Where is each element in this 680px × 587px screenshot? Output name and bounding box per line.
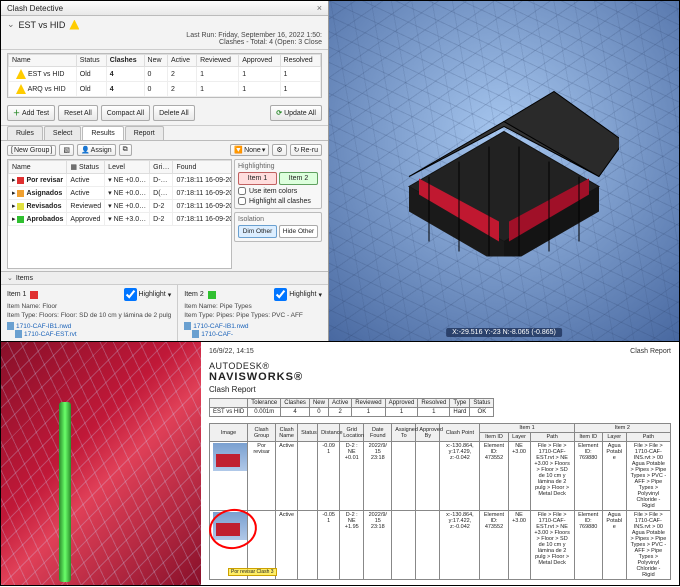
item2-highlight-checkbox[interactable] xyxy=(274,288,287,301)
tab-results[interactable]: Results xyxy=(82,126,123,140)
filter-button[interactable]: ⚙ xyxy=(272,144,286,156)
isolation-group: Isolation Dim Other Hide Other xyxy=(234,212,322,242)
chevron-down-icon[interactable]: ⌄ xyxy=(7,19,15,30)
table-row: Por revisar Clash 3 Active-0.051D-2 : NE… xyxy=(210,511,671,580)
document-icon xyxy=(184,322,191,330)
highlight-item2-toggle[interactable]: Item 2 xyxy=(279,172,318,185)
highlight-all-clashes-checkbox[interactable]: Highlight all clashes xyxy=(238,197,318,205)
3d-viewport[interactable]: X:-29.516 Y:-23 N:-8.065 (-0.865) xyxy=(329,1,679,341)
table-row[interactable]: ARQ vs HID Old 4 0 2 1 1 1 xyxy=(9,82,321,97)
flag-icon xyxy=(17,203,24,210)
table-row: EST vs HID0.001m402111HardOK xyxy=(210,408,494,417)
delete-all-button[interactable]: Delete All xyxy=(153,105,195,121)
coordinates-readout: X:-29.516 Y:-23 N:-8.065 (-0.865) xyxy=(446,328,562,337)
warning-icon xyxy=(69,20,79,30)
clashing-pipe xyxy=(59,402,71,582)
item1-highlight-checkbox[interactable] xyxy=(124,288,137,301)
table-row[interactable]: ▸ Por revisarActive▾ NE +0.0…D-…07:18:11… xyxy=(9,174,233,187)
refresh-icon: ⟳ xyxy=(276,109,282,117)
item1-panel: Item 1 Highlight ▾ Item Name: Floor Item… xyxy=(1,285,178,341)
clash-totals: Clashes - Total: 4 (Open: 3 Close xyxy=(7,39,322,46)
test-summary-header: ⌄ EST vs HID Last Run: Friday, September… xyxy=(1,16,328,50)
tab-select[interactable]: Select xyxy=(44,126,81,140)
flag-icon xyxy=(17,190,24,197)
document-icon xyxy=(192,330,199,338)
table-row[interactable]: ▸ AprobadosApproved▾ NE +3.0…D-207:18:11… xyxy=(9,213,233,226)
report-title-right: Clash Report xyxy=(630,348,671,355)
item1-color-icon xyxy=(30,291,38,299)
filter-none-button[interactable]: 🔽 None ▾ xyxy=(230,144,269,156)
highlight-item1-toggle[interactable]: Item 1 xyxy=(238,172,277,185)
dim-other-button[interactable]: Dim Other xyxy=(238,225,277,238)
table-row[interactable]: EST vs HID Old 4 0 2 1 1 1 xyxy=(9,67,321,82)
document-icon xyxy=(7,322,14,330)
summary-table: ToleranceClashesNewActiveReviewedApprove… xyxy=(209,398,494,417)
item2-panel: Item 2 Highlight ▾ Item Name: Pipe Types… xyxy=(178,285,328,341)
plus-icon: ＋ xyxy=(13,108,20,118)
table-row[interactable]: ▸ RevisadosReviewed▾ NE +0.0…D-207:18:11… xyxy=(9,200,233,213)
tab-report[interactable]: Report xyxy=(125,126,164,140)
tree-item[interactable]: 1710-CAF- xyxy=(184,330,322,338)
window-titlebar: Clash Detective × xyxy=(1,1,328,16)
highlighting-group: Highlighting Item 1 Item 2 Use item colo… xyxy=(234,159,322,209)
clash-report-document: 16/9/22, 14:15 Clash Report AUTODESK®NAV… xyxy=(201,342,679,585)
clash-detective-panel: Clash Detective × ⌄ EST vs HID Last Run:… xyxy=(1,1,329,341)
tree-item[interactable]: 1710-CAF-IB1.nwd xyxy=(7,322,171,330)
window-title: Clash Detective xyxy=(7,4,63,13)
item2-color-icon xyxy=(208,291,216,299)
warning-icon xyxy=(16,84,26,94)
document-icon xyxy=(15,330,22,338)
report-heading: Clash Report xyxy=(209,385,671,394)
tests-table: Name Status Clashes New Active Reviewed … xyxy=(7,53,322,98)
chevron-down-icon: ⌄ xyxy=(7,274,13,282)
table-row: Por revisarActive-0.091D-2 : NE +0.01202… xyxy=(210,442,671,511)
group-button[interactable]: ▧ xyxy=(59,144,74,156)
rerun-button[interactable]: ↻ Re-ru xyxy=(290,144,322,156)
close-icon[interactable]: × xyxy=(317,3,322,13)
split-button[interactable]: ⧉ xyxy=(119,144,132,156)
test-name: EST vs HID xyxy=(19,20,66,30)
wireframe-overlay xyxy=(1,342,201,585)
compact-all-button[interactable]: Compact All xyxy=(101,105,150,121)
use-item-colors-checkbox[interactable]: Use item colors xyxy=(238,187,318,195)
report-date: 16/9/22, 14:15 xyxy=(209,348,630,355)
hide-other-button[interactable]: Hide Other xyxy=(279,225,318,238)
assign-button[interactable]: 👤 Assign xyxy=(77,144,116,156)
update-all-button[interactable]: ⟳Update All xyxy=(270,105,322,121)
building-model xyxy=(389,67,619,257)
tab-rules[interactable]: Rules xyxy=(7,126,43,140)
results-table: Name ▦ Status Level Gri… Found Appr ▸ Po… xyxy=(7,159,232,269)
add-test-button[interactable]: ＋Add Test xyxy=(7,105,55,121)
new-group-button[interactable]: [ New Group ] xyxy=(7,145,56,156)
warning-icon xyxy=(16,69,26,79)
annotation-label: Por revisar Clash 3 xyxy=(228,568,277,576)
table-row[interactable]: ▸ AsignadosActive▾ NE +0.0…D(…07:18:11 1… xyxy=(9,187,233,200)
flag-icon xyxy=(17,177,24,184)
flag-icon xyxy=(17,216,24,223)
clash-closeup-view[interactable] xyxy=(1,342,201,585)
tree-item[interactable]: 1710-CAF-EST.rvt xyxy=(7,330,171,338)
clash-thumbnail-annotated xyxy=(213,512,247,540)
results-tabs: Rules Select Results Report xyxy=(1,126,328,141)
clash-thumbnail xyxy=(213,443,247,471)
detail-table: ImageClash GroupClash NameStatusDistance… xyxy=(209,423,671,580)
items-section-header[interactable]: ⌄ Items xyxy=(1,271,328,284)
tree-item[interactable]: 1710-CAF-IB1.nwd xyxy=(184,322,322,330)
reset-all-button[interactable]: Reset All xyxy=(58,105,98,121)
